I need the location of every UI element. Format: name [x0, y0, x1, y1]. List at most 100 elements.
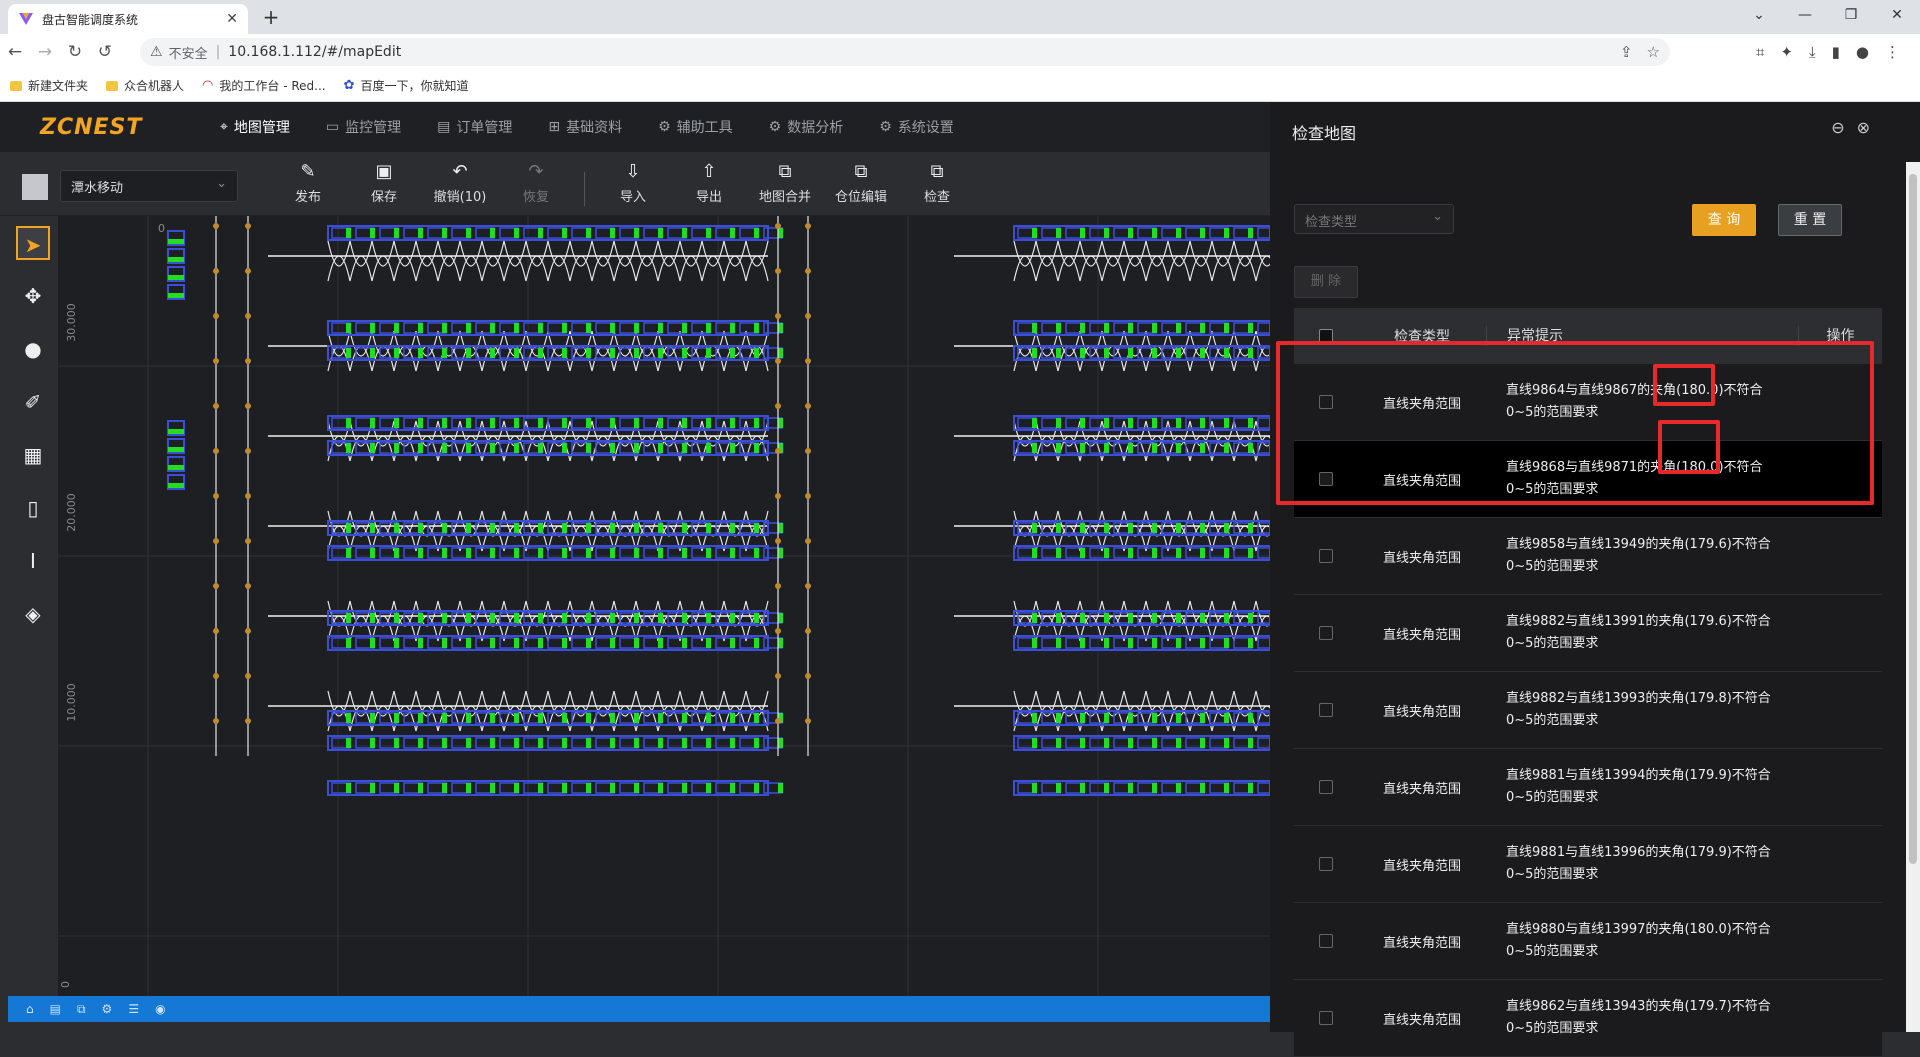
point-icon[interactable]: ●: [16, 332, 50, 366]
nav-aux-tools[interactable]: ⚙ 辅助工具: [658, 117, 733, 137]
move-icon[interactable]: ✥: [16, 279, 50, 313]
grid-icon[interactable]: ▦: [16, 438, 50, 472]
nav-settings[interactable]: ⚙ 系统设置: [879, 117, 954, 137]
bookmark-item[interactable]: 众合机器人: [106, 77, 184, 94]
extensions-puzzle-icon[interactable]: ✦: [1780, 43, 1793, 61]
bookmark-star-icon[interactable]: ☆: [1647, 38, 1660, 66]
import-button[interactable]: ⇩ 导入: [595, 158, 671, 206]
station-icon[interactable]: ▯: [16, 491, 50, 525]
nav-map-management[interactable]: ⌖ 地图管理: [220, 117, 290, 137]
table-row[interactable]: 直线夹角范围 直线9862与直线13943的夹角(179.7)不符合 0~5的范围要…: [1294, 980, 1882, 1057]
slot-fill: [466, 323, 471, 333]
slot-fill: [562, 443, 567, 453]
layers-icon[interactable]: ⧉: [77, 1002, 86, 1017]
map-drawing[interactable]: [58, 216, 1270, 996]
minimize-panel-icon[interactable]: ⊖: [1831, 118, 1844, 137]
slot-fill: [1080, 228, 1085, 238]
map-canvas[interactable]: 0 30.000 20.000 10.000 0: [58, 216, 1270, 996]
bookmark-item[interactable]: ✿ 百度一下，你就知道: [344, 77, 469, 94]
sidepanel-icon[interactable]: ▮: [1832, 43, 1840, 61]
table-row[interactable]: 直线夹角范围 直线9881与直线13996的夹角(179.9)不符合 0~5的范围要…: [1294, 826, 1882, 903]
lane-arc: [569, 255, 593, 282]
settings-icon[interactable]: ⚙: [102, 1002, 113, 1016]
new-tab-icon[interactable]: +: [258, 6, 284, 30]
pen-icon[interactable]: ✐: [16, 385, 50, 419]
tab-search-icon[interactable]: ⌄: [1736, 0, 1782, 34]
file-icon[interactable]: ▤: [50, 1002, 61, 1016]
nav-data-analysis[interactable]: ⚙ 数据分析: [769, 117, 844, 137]
text-tool-icon[interactable]: Ⅰ: [16, 544, 50, 578]
table-row[interactable]: 直线夹角范围 直线9882与直线13993的夹角(179.8)不符合 0~5的范围要…: [1294, 672, 1882, 749]
lane-arc: [327, 255, 351, 282]
publish-button[interactable]: ✎ 发布: [270, 158, 346, 206]
save-button[interactable]: ▣ 保存: [346, 158, 422, 206]
slot-fill: [658, 228, 663, 238]
bookmark-item[interactable]: ◠ 我的工作台 - Red...: [202, 77, 326, 94]
screenshot-icon[interactable]: ⌗: [1756, 43, 1764, 61]
nav-base-data[interactable]: ⊞ 基础资料: [548, 117, 622, 137]
undo-button[interactable]: ↶ 撤销(10): [422, 158, 498, 206]
map-merge-button[interactable]: ⧉ 地图合并: [747, 158, 823, 206]
check-type-select[interactable]: 检查类型 ⌄: [1294, 204, 1454, 234]
slot-fill: [778, 613, 783, 623]
reset-button[interactable]: 重 置: [1778, 204, 1842, 236]
slot-fill: [562, 418, 567, 428]
query-button[interactable]: 查 询: [1692, 204, 1756, 236]
omnibox[interactable]: ⚠ 不安全 | 10.168.1.112/#/mapEdit ⇪ ☆: [140, 38, 1670, 66]
nav-orders[interactable]: ▤ 订单管理: [437, 117, 512, 137]
scrollbar-thumb[interactable]: [1909, 174, 1917, 864]
area-icon[interactable]: ◈: [16, 597, 50, 631]
forward-icon[interactable]: →: [30, 42, 60, 62]
table-row[interactable]: 直线夹角范围 直线9858与直线13949的夹角(179.6)不符合 0~5的范围要…: [1294, 518, 1882, 595]
row-checkbox[interactable]: [1319, 626, 1333, 640]
home-icon[interactable]: ⌂: [26, 1002, 34, 1016]
slot-fill: [754, 348, 759, 358]
bookmark-item[interactable]: 新建文件夹: [10, 77, 88, 94]
window-close-icon[interactable]: ✕: [1874, 0, 1920, 34]
tab-close-icon[interactable]: ✕: [226, 11, 238, 27]
url-text[interactable]: 10.168.1.112/#/mapEdit: [228, 44, 401, 60]
row-checkbox[interactable]: [1319, 1011, 1333, 1025]
slot-edit-button[interactable]: ⧉ 仓位编辑: [823, 158, 899, 206]
download-icon[interactable]: ⤓: [1809, 43, 1816, 61]
row-checkbox[interactable]: [1319, 549, 1333, 563]
row-checkbox[interactable]: [1319, 934, 1333, 948]
nav-monitor[interactable]: ▭ 监控管理: [326, 117, 401, 137]
table-row[interactable]: 直线夹角范围 直线9881与直线13994的夹角(179.9)不符合 0~5的范围要…: [1294, 749, 1882, 826]
history-back-icon[interactable]: ↺: [90, 42, 120, 62]
highlight-box: [1653, 364, 1715, 406]
lane-arc: [481, 240, 505, 267]
slot-fill: [1128, 548, 1133, 558]
table-row[interactable]: 直线夹角范围 直线9880与直线13997的夹角(180.0)不符合 0~5的范围要…: [1294, 903, 1882, 980]
close-panel-icon[interactable]: ⊗: [1857, 118, 1870, 137]
export-button[interactable]: ⇧ 导出: [671, 158, 747, 206]
lane-arc: [569, 240, 593, 267]
slot-fill: [658, 348, 663, 358]
row-message-line2: 0~5的范围要求: [1506, 790, 1599, 805]
redo-button[interactable]: ↷ 恢复: [498, 158, 574, 206]
profile-avatar-icon[interactable]: ●: [1856, 43, 1869, 61]
slot-fill: [1176, 443, 1181, 453]
table-row[interactable]: 直线夹角范围 直线9882与直线13991的夹角(179.6)不符合 0~5的范围要…: [1294, 595, 1882, 672]
minimize-icon[interactable]: —: [1782, 0, 1828, 34]
select-pointer-icon[interactable]: ➤: [16, 226, 50, 260]
slot-fill: [1032, 348, 1037, 358]
row-checkbox[interactable]: [1319, 857, 1333, 871]
back-icon[interactable]: ←: [0, 42, 30, 62]
slot-fill: [562, 523, 567, 533]
browser-tab[interactable]: 盘古智能调度系统 ✕: [8, 4, 248, 34]
layout-icon[interactable]: [22, 174, 48, 200]
eye-icon[interactable]: ◉: [155, 1002, 165, 1016]
delete-button[interactable]: 删 除: [1294, 266, 1358, 298]
check-button[interactable]: ⧉ 检查: [899, 158, 975, 206]
slot-fill: [1224, 738, 1229, 748]
menu-kebab-icon[interactable]: ⋮: [1885, 43, 1900, 61]
row-checkbox[interactable]: [1319, 703, 1333, 717]
reload-icon[interactable]: ↻: [60, 42, 90, 62]
restore-icon[interactable]: ❐: [1828, 0, 1874, 34]
row-checkbox[interactable]: [1319, 780, 1333, 794]
list-icon[interactable]: ☰: [128, 1002, 139, 1016]
panel-scrollbar[interactable]: [1906, 162, 1920, 1032]
share-icon[interactable]: ⇪: [1620, 38, 1633, 66]
mode-select[interactable]: 潭水移动 ⌄: [60, 170, 238, 202]
